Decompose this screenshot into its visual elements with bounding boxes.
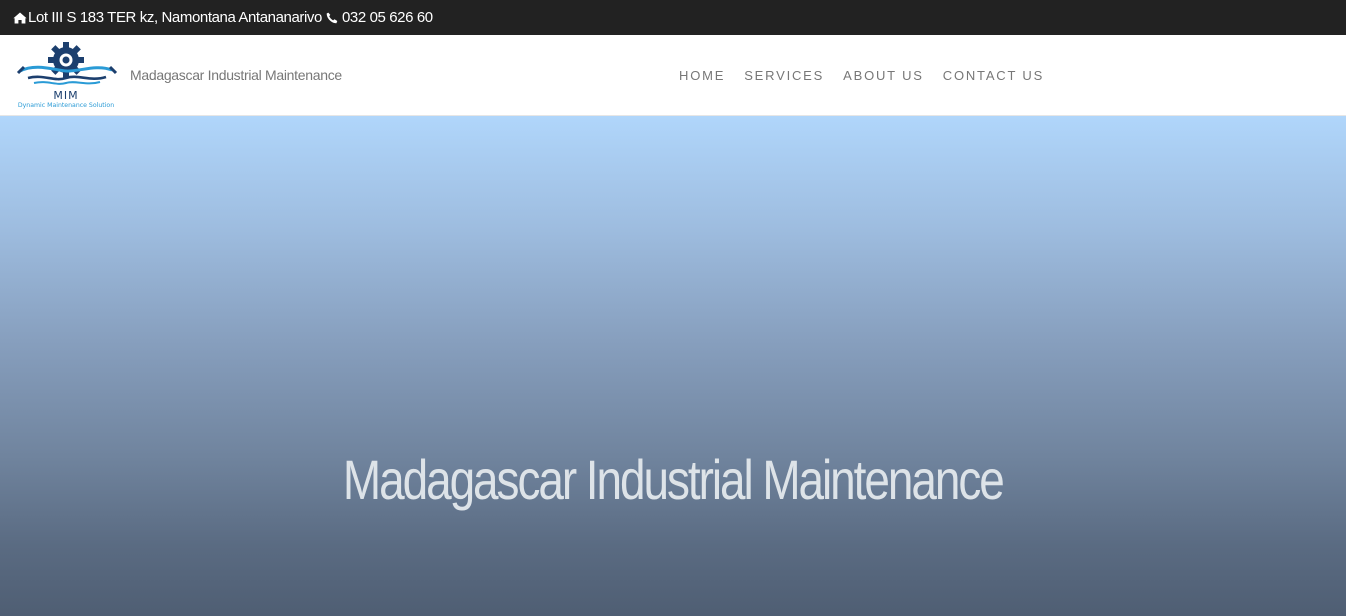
nav-item-services[interactable]: SERVICES bbox=[744, 68, 824, 83]
gear-wrench-logo-icon bbox=[16, 42, 118, 85]
phone-icon bbox=[326, 12, 338, 24]
logo-initials: MIM bbox=[53, 89, 79, 102]
home-icon bbox=[13, 12, 27, 24]
site-brand-name[interactable]: Madagascar Industrial Maintenance bbox=[130, 67, 342, 83]
address-text: Lot III S 183 TER kz, Namontana Antanana… bbox=[28, 9, 322, 26]
logo-tagline: Dynamic Maintenance Solution bbox=[17, 102, 115, 109]
phone-number[interactable]: 032 05 626 60 bbox=[342, 9, 433, 26]
main-header: MIM Dynamic Maintenance Solution Madagas… bbox=[0, 35, 1346, 116]
nav-item-about-us[interactable]: ABOUT US bbox=[843, 68, 924, 83]
site-logo[interactable]: MIM Dynamic Maintenance Solution bbox=[14, 40, 118, 112]
nav-item-contact-us[interactable]: CONTACT US bbox=[943, 68, 1044, 83]
nav-item-home[interactable]: HOME bbox=[679, 68, 725, 83]
hero-banner: Madagascar Industrial Maintenance bbox=[0, 116, 1346, 616]
hero-title: Madagascar Industrial Maintenance bbox=[342, 448, 1005, 511]
top-contact-bar: Lot III S 183 TER kz, Namontana Antanana… bbox=[0, 0, 1346, 35]
main-nav: HOME SERVICES ABOUT US CONTACT US bbox=[679, 68, 1044, 83]
